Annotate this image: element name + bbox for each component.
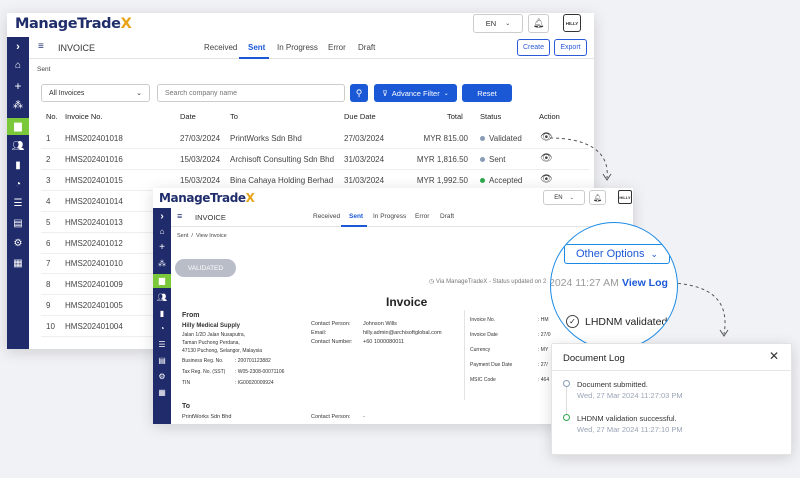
due-date-label: Payment Due Date [470,362,513,368]
arrow-to-detail [549,137,608,179]
tab-sent-underline [341,225,367,227]
invoice-heading: Invoice [386,295,428,309]
log-dot-submitted [563,380,570,387]
tin-value: : IG00020009924 [235,380,274,386]
email-label: Email: [311,330,327,336]
tax-label: Tax Reg. No. (SST) [182,369,226,375]
plus-icon[interactable]: + [153,241,171,255]
from-label: From [182,312,200,319]
invoice-date-value: : 27/0 [538,332,551,338]
tab-error[interactable]: Error [415,213,429,220]
other-options-button[interactable]: Other Options ⌄ [564,244,670,264]
check-circle-icon: ✓ [566,315,579,328]
contact-number-label: Contact Number: [311,339,353,345]
log-entry-time: Wed, 27 Mar 2024 11:27:10 PM [577,425,683,434]
hamburger-icon[interactable]: ≡ [177,211,182,221]
title-bar: ≡ INVOICE Received Sent In Progress Erro… [171,208,633,227]
to-contact-label: Contact Person: [311,414,351,420]
brn-label: Business Reg. No. [182,358,224,364]
tax-value: : W05-2308-00071106 [235,369,285,375]
contact-person: Johnson Wills [363,321,397,327]
language-select[interactable]: EN ⌄ [543,190,585,205]
invoice-date-label: Invoice Date [470,332,498,338]
from-name: Hilly Medical Supply [182,323,241,329]
document-icon[interactable]: ▆ [153,274,171,288]
lhdnm-status: ✓ LHDNM validated [566,315,667,328]
zoom-circle: Other Options ⌄ 2024 11:27 AM View Log ✓ L… [550,222,678,350]
arrow-to-log [671,282,726,335]
currency-label: Currency [470,347,491,353]
from-address-3: 47130 Puchong, Selangor, Malaysia [182,348,263,354]
from-address-1: Jalan 1/2D Jalan Nusaputra, [182,332,246,338]
avatar[interactable]: HILLY [618,190,632,204]
clock-icon: ◷ [429,279,436,285]
notification-bell-button[interactable]: 🔔︎ [589,190,606,205]
page-title: INVOICE [195,213,226,222]
network-icon[interactable]: ⁂ [153,257,171,271]
email-value: hilly.admin@archisoftglobal.com [363,330,442,336]
app-logo: ManageTradeX [159,191,255,205]
breadcrumb: Sent / View Invoice [177,233,227,239]
status-time: 2024 11:27 AM [550,277,619,289]
close-icon[interactable]: ✕ [769,349,779,363]
log-dot-validated [563,414,570,421]
tab-in-progress[interactable]: In Progress [373,213,406,220]
currency-value: : MY [538,347,549,353]
tab-draft[interactable]: Draft [440,213,454,220]
bell-icon: 🔔︎ [593,194,602,202]
logo-x: X [245,191,255,205]
other-options-label: Other Options [576,248,645,260]
lhdnm-label: LHDNM validated [585,315,668,328]
to-contact-value: - [363,414,365,420]
grid-icon[interactable]: ▦ [153,386,171,400]
chevron-down-icon: ⌄ [569,194,574,201]
due-date-value: : 27/ [538,362,548,368]
settings-icon[interactable]: ⚙ [153,370,171,384]
via-text: Via ManageTradeX - Status updated on 2 [435,279,547,285]
view-log-link[interactable]: View Log [622,277,668,289]
msic-value: : 464 [538,377,550,383]
timeline-line [566,386,567,416]
logo-text: ManageTrade [159,191,246,205]
sidebar: › ⌂ + ⁂ ▆ 👥︎ ▮ ◔ ☰ ▤ ⚙ ▦ [153,208,171,424]
invoice-no-value: : HM [538,317,549,323]
language-label: EN [554,194,563,201]
status-update-note: ◷ Via ManageTradeX - Status updated on 2 [429,278,546,285]
contact-person-label: Contact Person: [311,321,351,327]
from-address-2: Taman Puchong Perdana, [182,340,240,346]
users-icon[interactable]: 👥︎ [153,291,171,305]
log-entry-time: Wed, 27 Mar 2024 11:27:03 PM [577,391,683,400]
pie-chart-icon[interactable]: ◔ [153,322,171,336]
report-icon[interactable]: ▤ [153,354,171,368]
to-label: To [182,403,191,410]
contact-number: +60 1000080011 [363,339,405,345]
brn-value: : 200701123882 [235,358,271,364]
log-divider [552,370,793,371]
log-entry-text: Document submitted. [577,380,648,389]
document-log-panel: Document Log ✕ Document submitted. Wed, … [551,343,793,455]
invoice-no-label: Invoice No. [470,317,496,323]
tab-sent[interactable]: Sent [349,213,363,220]
log-entry-text: LHDNM validation successful. [577,414,677,423]
msic-label: MSIC Code [470,377,496,383]
bar-chart-icon[interactable]: ▮ [153,307,171,321]
home-icon[interactable]: ⌂ [153,225,171,239]
validated-badge: VALIDATED [175,259,236,277]
log-title: Document Log [563,353,625,364]
tin-label: TIN [182,380,191,386]
tab-received[interactable]: Received [313,213,340,220]
chevron-down-icon: ⌄ [650,248,659,259]
chevron-right-icon[interactable]: › [153,210,171,224]
list-icon[interactable]: ☰ [153,338,171,352]
to-name: PrintWorks Sdn Bhd [182,414,232,420]
